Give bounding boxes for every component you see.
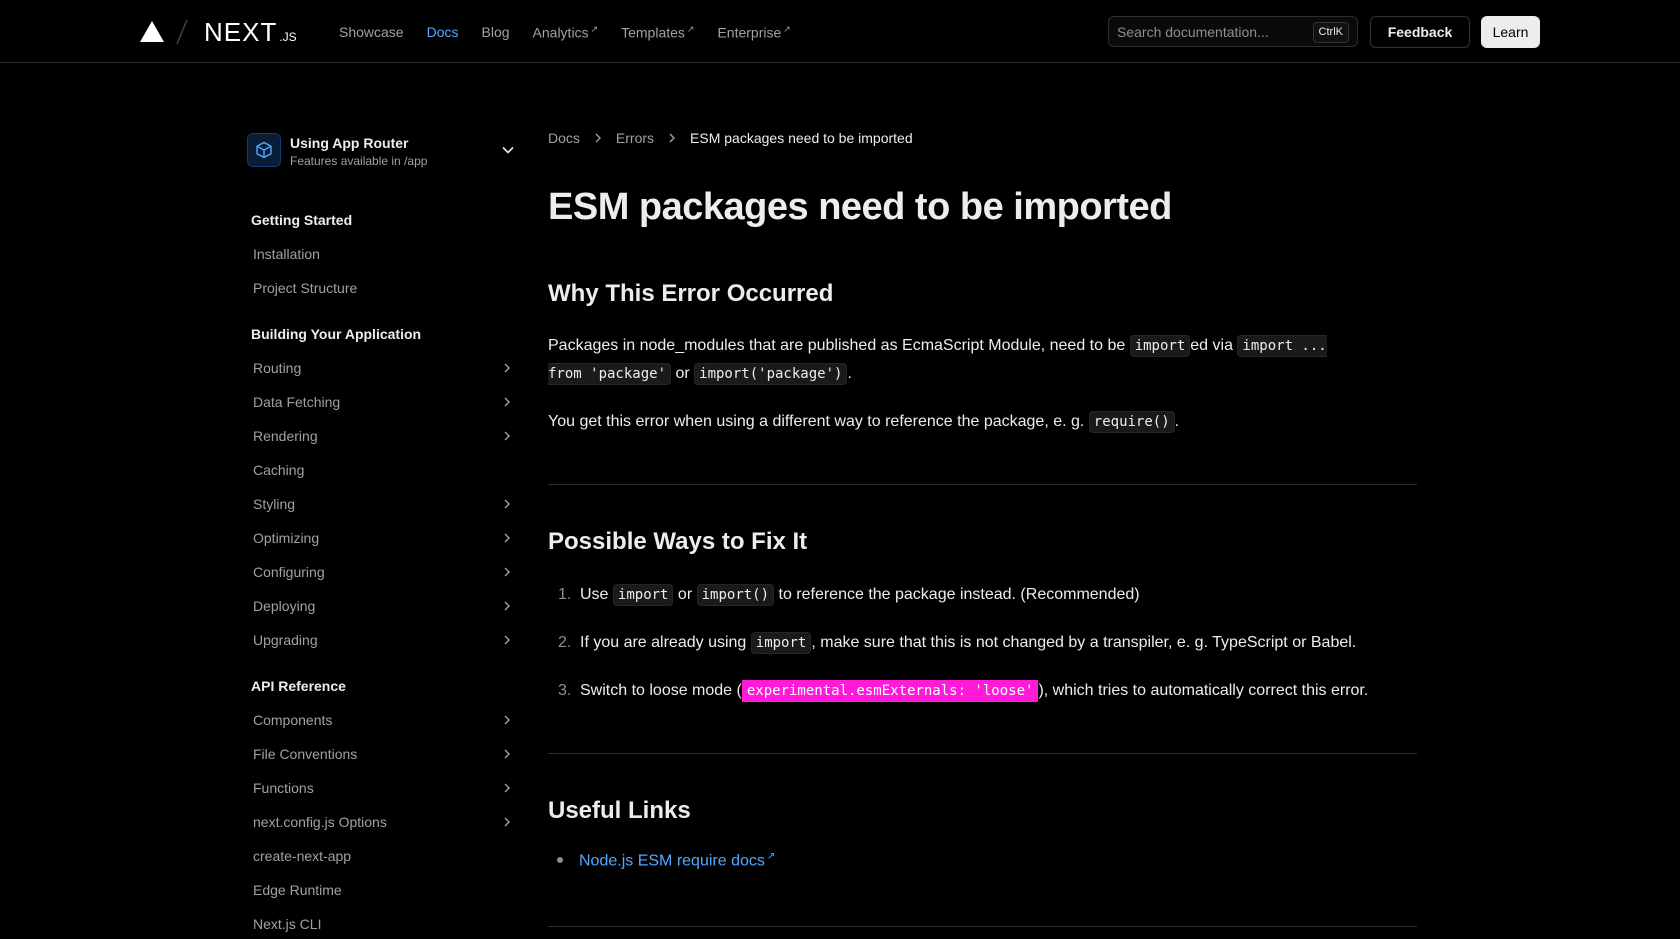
chevron-right-icon [504,363,510,373]
fix-item-2: 2. If you are already using import, make … [548,629,1356,657]
section-divider [548,753,1417,754]
search-shortcut-badge: CtrlK [1312,22,1349,43]
chevron-right-icon [504,567,510,577]
chevron-down-icon [502,146,514,154]
router-subtitle: Features available in /app [290,154,428,168]
search-placeholder: Search documentation... [1117,24,1269,40]
logo-wordmark: NEXT [204,17,278,47]
chevron-right-icon [504,397,510,407]
paragraph-explanation: Packages in node_modules that are publis… [548,332,1368,388]
router-title: Using App Router [290,135,409,151]
sidebar-item-routing[interactable]: Routing [253,360,513,376]
breadcrumb-errors[interactable]: Errors [616,130,654,146]
sidebar-item-create-next-app[interactable]: create-next-app [253,848,513,864]
chevron-right-icon [504,601,510,611]
feedback-button[interactable]: Feedback [1370,16,1470,48]
section-divider [548,926,1417,927]
section-divider [548,484,1417,485]
sidebar-item-styling[interactable]: Styling [253,496,513,512]
sidebar-item-upgrading[interactable]: Upgrading [253,632,513,648]
inline-code: import [612,584,674,606]
nav-showcase[interactable]: Showcase [339,24,404,41]
chevron-right-icon [504,817,510,827]
sidebar-item-data-fetching[interactable]: Data Fetching [253,394,513,410]
chevron-right-icon [666,132,678,144]
fix-item-3: 3. Switch to loose mode (experimental.esm… [548,677,1368,705]
heading-useful-links: Useful Links [548,797,691,824]
sidebar-item-file-conventions[interactable]: File Conventions [253,746,513,762]
sidebar-item-deploying[interactable]: Deploying [253,598,513,614]
learn-button[interactable]: Learn [1481,16,1540,48]
paragraph-require: You get this error when using a differen… [548,408,1368,436]
chevron-right-icon [592,132,604,144]
bullet-icon [557,857,563,864]
main-nav: Showcase Docs Blog Analytics ↗ Templates ↗… [339,24,814,41]
sidebar-item-optimizing[interactable]: Optimizing [253,530,513,546]
chevron-right-icon [504,715,510,725]
top-navbar: NEXT .JS Showcase Docs Blog Analytics ↗ Te… [0,0,1680,63]
breadcrumb-current: ESM packages need to be imported [690,130,913,146]
nextjs-logo[interactable]: NEXT .JS [204,17,297,48]
link-nodejs-esm-docs[interactable]: Node.js ESM require docs [579,852,765,869]
chevron-right-icon [504,783,510,793]
external-link-icon: ↗ [686,24,695,34]
breadcrumb-docs[interactable]: Docs [548,130,580,146]
external-link-icon: ↗ [783,24,791,34]
chevron-right-icon [504,431,510,441]
chevron-right-icon [504,533,510,543]
chevron-right-icon [504,749,510,759]
sidebar-item-project-structure[interactable]: Project Structure [253,280,513,296]
sidebar-item-installation[interactable]: Installation [253,246,513,262]
nav-analytics[interactable]: Analytics ↗ [533,24,599,41]
sidebar-item-rendering[interactable]: Rendering [253,428,513,444]
highlighted-code: experimental.esmExternals: 'loose' [741,680,1039,702]
chevron-right-icon [504,635,510,645]
sidebar-section-building: Building Your Application [251,326,422,342]
sidebar-section-api-reference: API Reference [251,678,346,694]
useful-link-item: Node.js ESM require docs ↗ [548,851,775,870]
inline-code: import [1129,335,1191,357]
nav-templates[interactable]: Templates ↗ [621,24,694,41]
chevron-right-icon [504,499,510,509]
inline-code: require() [1088,411,1175,433]
vercel-logo-icon[interactable] [140,21,164,42]
external-link-icon: ↗ [590,24,599,34]
logo-suffix: .JS [279,30,297,44]
breadcrumb: Docs Errors ESM packages need to be impo… [548,130,913,146]
app-router-icon [247,133,281,167]
nav-enterprise[interactable]: Enterprise ↗ [717,24,790,41]
sidebar-item-functions[interactable]: Functions [253,780,513,796]
sidebar-section-getting-started: Getting Started [251,212,353,228]
external-link-icon: ↗ [766,851,776,862]
search-input[interactable]: Search documentation... CtrlK [1108,16,1358,47]
divider-slash-icon [176,19,188,45]
heading-possible-fixes: Possible Ways to Fix It [548,528,808,555]
sidebar-item-caching[interactable]: Caching [253,462,513,478]
inline-code: import('package') [694,363,848,385]
router-switcher[interactable]: Using App Router Features available in /… [247,133,515,171]
inline-code: import() [696,584,775,606]
inline-code: import [750,632,812,654]
heading-why-error: Why This Error Occurred [548,280,834,307]
sidebar-item-components[interactable]: Components [253,712,513,728]
nav-blog[interactable]: Blog [482,24,510,41]
sidebar-item-next-config[interactable]: next.config.js Options [253,814,513,830]
sidebar-item-nextjs-cli[interactable]: Next.js CLI [253,916,513,932]
sidebar-item-edge-runtime[interactable]: Edge Runtime [253,882,513,898]
fix-item-1: 1. Use import or import() to reference th… [548,581,1140,609]
nav-docs[interactable]: Docs [427,24,459,41]
sidebar-item-configuring[interactable]: Configuring [253,564,513,580]
page-title: ESM packages need to be imported [548,186,1172,228]
